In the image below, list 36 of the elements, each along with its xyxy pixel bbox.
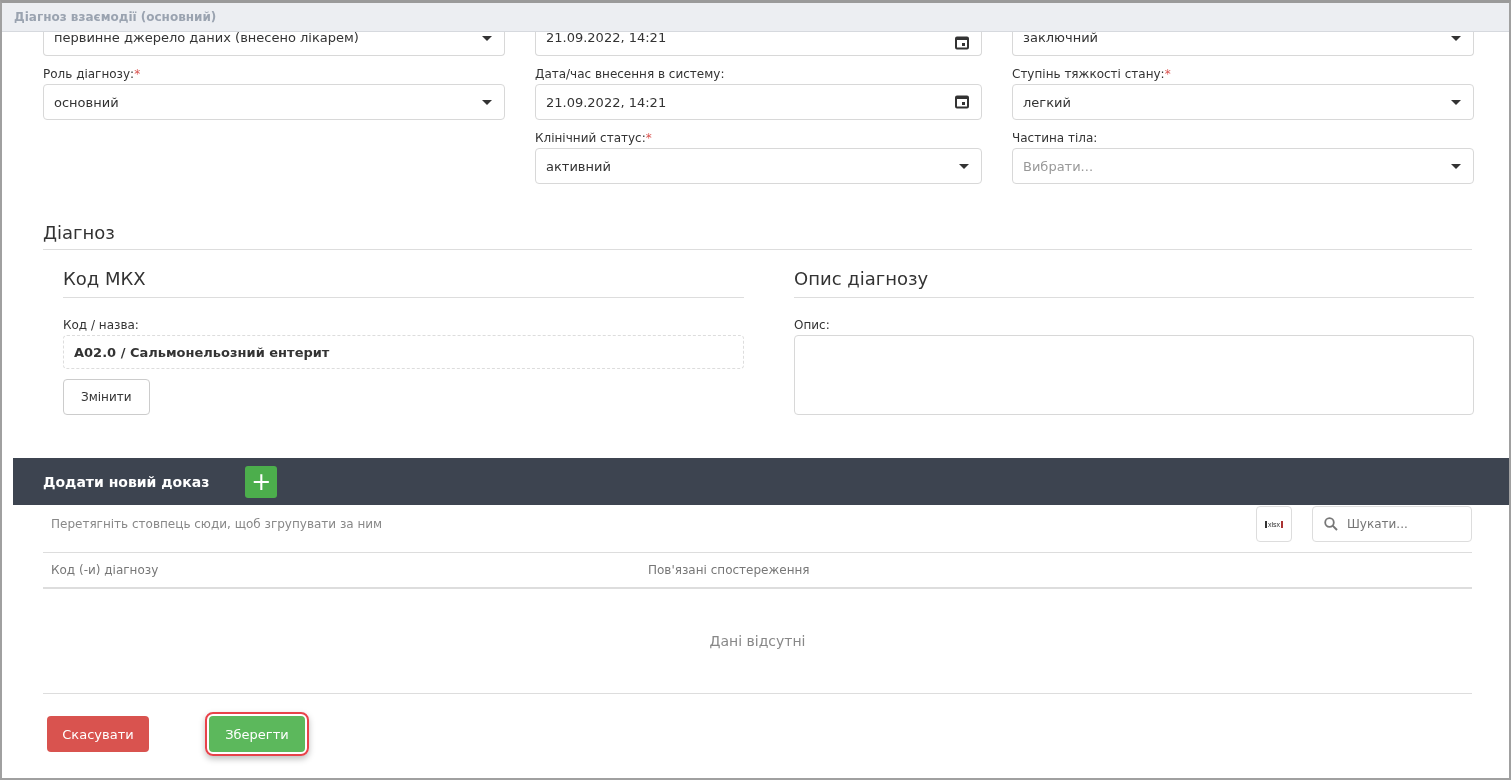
group-hint: Перетягніть стовпець сюди, щоб згрупувати за ним [50,517,384,531]
field-label: Дата/час внесення в систему: [535,67,726,81]
column-header[interactable]: Пов'язані спостереження [640,563,1472,577]
dialog-title: Діагноз взаємодії (основний) [14,10,217,24]
date-field[interactable]: 21.09.2022, 14:21 [535,32,982,56]
calendar-icon [955,95,969,109]
diagnosis-code-field: A02.0 / Сальмонельозний ентерит [63,335,744,369]
caret-icon [482,36,492,41]
field-label: Опис: [794,318,831,332]
cancel-button[interactable]: Скасувати [47,716,149,752]
date-field[interactable]: 21.09.2022, 14:21 [535,84,982,120]
caret-icon [1451,99,1461,105]
field-label: Частина тіла: [1012,131,1099,145]
description-field[interactable] [794,335,1474,415]
caret-icon [482,99,492,105]
select-field[interactable]: первинне джерело даних (внесено лікарем) [43,32,505,56]
evidence-title: Додати новий доказ [43,473,210,490]
select-field[interactable]: легкий [1012,84,1474,120]
select-field[interactable]: активний [535,148,982,184]
subsection-title: Код МКХ [63,268,744,298]
field-label: Клінічний статус:* [535,131,653,145]
caret-icon [1451,163,1461,169]
select-field[interactable]: основний [43,84,505,120]
select-field[interactable]: заключний [1012,32,1474,56]
field-label: Ступінь тяжкості стану:* [1012,67,1172,81]
column-header[interactable]: Код (-и) діагнозу [43,563,640,577]
field-label: Код / назва: [63,318,140,332]
search-field[interactable]: Шукати... [1312,506,1472,542]
change-button[interactable]: Змінити [63,379,150,415]
section-title: Діагноз [43,222,1472,250]
subsection-title: Опис діагнозу [794,268,1474,298]
empty-message: Дані відсутні [709,633,806,649]
caret-icon [1451,36,1461,41]
calendar-icon [955,36,969,50]
field-label: Роль діагнозу:* [43,67,142,81]
caret-icon [959,163,969,169]
